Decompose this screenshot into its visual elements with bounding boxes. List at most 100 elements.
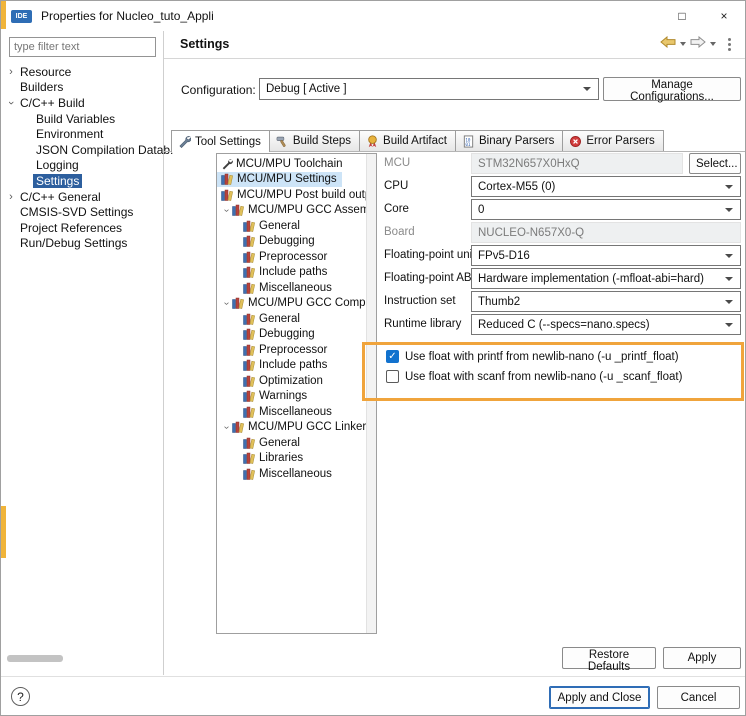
field-label: Floating-point ABI — [384, 272, 475, 284]
forward-history-caret-icon[interactable] — [710, 42, 716, 46]
apply-and-close-button[interactable]: Apply and Close — [549, 686, 650, 709]
sidebar: ›ResourceBuilders›C/C++ BuildBuild Varia… — [1, 31, 173, 675]
tab-bar: Tool Settings Build Steps Build Artifact… — [171, 130, 664, 152]
chevron-down-icon[interactable]: › — [221, 298, 232, 309]
tool-tree-item-label: Miscellaneous — [259, 281, 332, 294]
close-button[interactable]: × — [703, 1, 745, 31]
back-history-caret-icon[interactable] — [680, 42, 686, 46]
tool-tree-item-miscellaneous[interactable]: Miscellaneous — [217, 404, 367, 420]
view-menu-icon[interactable] — [728, 37, 731, 41]
floating-point-unit-combo[interactable]: FPv5-D16 — [471, 245, 741, 266]
sidebar-item-label: C/C++ General — [20, 189, 101, 204]
tab-label: Build Artifact — [383, 135, 447, 147]
maximize-button[interactable]: □ — [661, 1, 703, 31]
instruction-set-combo[interactable]: Thumb2 — [471, 291, 741, 312]
sidebar-item-c-c-build[interactable]: › C/C++ Build — [1, 95, 163, 111]
help-button[interactable]: ? — [11, 687, 30, 706]
board-field: NUCLEO-N657X0-Q — [471, 222, 741, 243]
scanf-float-option[interactable]: Use float with scanf from newlib-nano (-… — [386, 370, 682, 383]
cpu-combo[interactable]: Cortex-M55 (0) — [471, 176, 741, 197]
tool-tree-item-label: Warnings — [259, 390, 308, 403]
settings-books-icon — [243, 390, 256, 403]
sidebar-item-project-references[interactable]: Project References — [1, 220, 163, 236]
footer-separator — [1, 676, 745, 677]
tab-error-parsers[interactable]: Error Parsers — [562, 130, 664, 151]
manage-configurations-button[interactable]: Manage Configurations... — [603, 77, 741, 103]
settings-books-icon — [243, 313, 256, 325]
sidebar-item-builders[interactable]: Builders — [1, 80, 163, 96]
tool-tree-item-libraries[interactable]: Libraries — [217, 451, 367, 467]
tool-tree-item-mcu-mpu-gcc-linker[interactable]: › MCU/MPU GCC Linker — [217, 420, 367, 436]
settings-books-icon — [243, 468, 256, 480]
sidebar-item-run-debug-settings[interactable]: Run/Debug Settings — [1, 236, 163, 252]
award-icon — [366, 134, 379, 148]
sidebar-item-cmsis-svd-settings[interactable]: CMSIS-SVD Settings — [1, 204, 163, 220]
checkbox-unchecked-icon[interactable] — [386, 370, 399, 383]
tool-tree-item-general[interactable]: General — [217, 435, 367, 451]
sidebar-item-label: Project References — [20, 220, 123, 235]
header-separator — [164, 58, 745, 59]
tool-tree-item-mcu-mpu-gcc-assembler[interactable]: › MCU/MPU GCC Assembler — [217, 203, 376, 219]
chevron-right-icon[interactable]: › — [5, 66, 17, 78]
tab-build-artifact[interactable]: Build Artifact — [359, 130, 456, 151]
chevron-down-icon[interactable]: › — [221, 422, 232, 433]
tool-tree-item-debugging[interactable]: Debugging — [217, 327, 367, 343]
field-value: Thumb2 — [478, 295, 521, 308]
tool-tree-item-label: MCU/MPU Post build outputs — [237, 188, 377, 201]
apply-button[interactable]: Apply — [663, 647, 741, 669]
field-value: FPv5-D16 — [478, 249, 530, 262]
tool-tree-item-mcu-mpu-gcc-compiler[interactable]: › MCU/MPU GCC Compiler — [217, 296, 376, 312]
chevron-down-icon[interactable]: › — [5, 97, 17, 109]
chevron-down-icon[interactable]: › — [221, 205, 232, 216]
sidebar-item-resource[interactable]: › Resource — [1, 64, 163, 80]
sidebar-tree: › Resource Builders › C/C++ Build Build Varia… — [1, 64, 173, 252]
tool-tree-item-mcu-mpu-toolchain[interactable]: MCU/MPU Toolchain — [217, 156, 367, 172]
sidebar-item-json-compilation-datab[interactable]: JSON Compilation Datab: — [1, 142, 173, 158]
tool-tree-item-general[interactable]: General — [217, 218, 367, 234]
field-value: Hardware implementation (-mfloat-abi=har… — [478, 272, 704, 285]
tool-tree-item-label: MCU/MPU GCC Assembler — [248, 204, 377, 217]
runtime-library-combo[interactable]: Reduced C (--specs=nano.specs) — [471, 314, 741, 335]
tab-tool-settings[interactable]: Tool Settings — [171, 130, 270, 152]
tool-tree-item-warnings[interactable]: Warnings — [217, 389, 367, 405]
tool-tree-scrollbar[interactable] — [366, 154, 376, 633]
field-value: 0 — [478, 203, 485, 216]
forward-arrow-icon[interactable] — [690, 35, 706, 53]
sidebar-item-label: Builders — [20, 80, 64, 95]
tool-tree-item-general[interactable]: General — [217, 311, 367, 327]
tab-label: Tool Settings — [195, 135, 261, 148]
tool-tree-item-include-paths[interactable]: Include paths — [217, 265, 367, 281]
floating-point-abi-combo[interactable]: Hardware implementation (-mfloat-abi=har… — [471, 268, 741, 289]
configuration-combo[interactable]: Debug [ Active ] — [259, 78, 599, 100]
tool-tree-item-include-paths[interactable]: Include paths — [217, 358, 367, 374]
tool-tree-item-preprocessor[interactable]: Preprocessor — [217, 342, 367, 358]
field-value: Reduced C (--specs=nano.specs) — [478, 318, 650, 331]
tool-tree-item-miscellaneous[interactable]: Miscellaneous — [217, 466, 367, 482]
restore-defaults-button[interactable]: Restore Defaults — [562, 647, 656, 673]
tool-tree-item-optimization[interactable]: Optimization — [217, 373, 367, 389]
window-controls: □ × — [661, 1, 745, 31]
tool-tree-item-miscellaneous[interactable]: Miscellaneous — [217, 280, 367, 296]
sidebar-item-settings[interactable]: Settings — [1, 173, 163, 189]
checkbox-checked-icon[interactable]: ✓ — [386, 350, 399, 363]
sidebar-item-build-variables[interactable]: Build Variables — [1, 111, 163, 127]
sidebar-item-c-c-general[interactable]: › C/C++ General — [1, 189, 163, 205]
chevron-right-icon[interactable]: › — [5, 191, 17, 203]
tab-build-steps[interactable]: Build Steps — [268, 130, 361, 151]
core-combo[interactable]: 0 — [471, 199, 741, 220]
tab-binary-parsers[interactable]: 10 01 Binary Parsers — [454, 130, 564, 151]
cancel-button[interactable]: Cancel — [657, 686, 740, 709]
tool-tree-item-preprocessor[interactable]: Preprocessor — [217, 249, 367, 265]
back-arrow-icon[interactable] — [660, 35, 676, 53]
tool-tree-item-mcu-mpu-settings[interactable]: MCU/MPU Settings — [217, 171, 342, 187]
select-button[interactable]: Select... — [689, 153, 741, 174]
printf-float-option[interactable]: ✓ Use float with printf from newlib-nano… — [386, 350, 679, 363]
sidebar-item-environment[interactable]: Environment — [1, 126, 163, 142]
sidebar-hscroll-thumb[interactable] — [7, 655, 63, 662]
tool-tree-item-debugging[interactable]: Debugging — [217, 234, 367, 250]
filter-input[interactable] — [9, 37, 156, 57]
sidebar-item-logging[interactable]: Logging — [1, 158, 163, 174]
checkbox-label: Use float with printf from newlib-nano (… — [405, 350, 679, 363]
settings-books-icon — [232, 204, 245, 217]
tool-tree-item-mcu-mpu-post-build-outputs[interactable]: MCU/MPU Post build outputs — [217, 187, 376, 203]
